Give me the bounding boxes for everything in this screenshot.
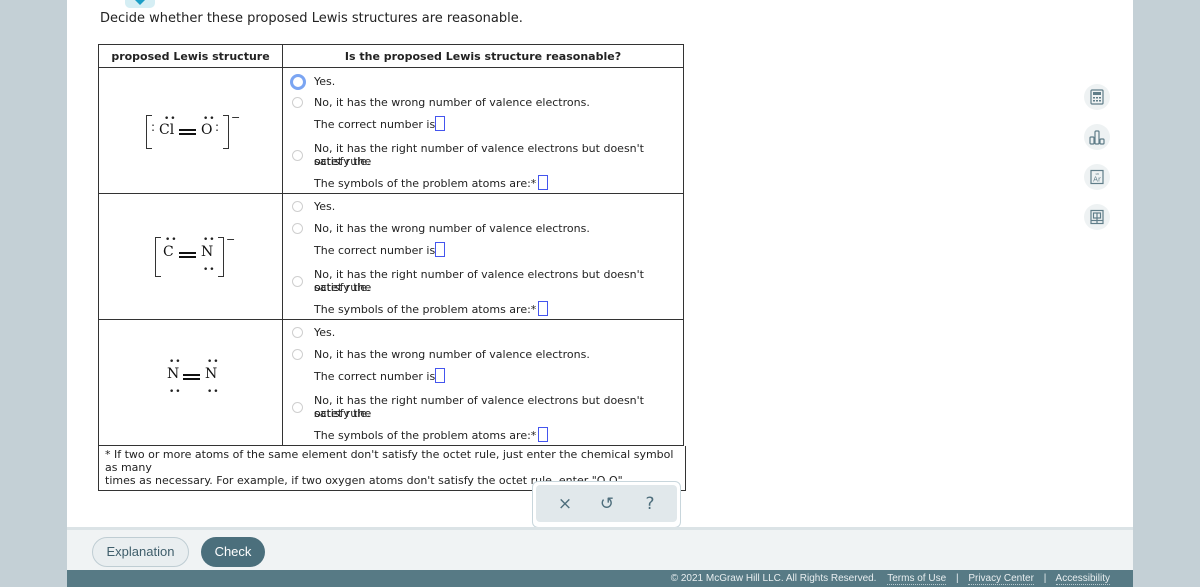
terms-of-use-link[interactable]: Terms of Use <box>887 573 947 585</box>
radio-wrong-valence[interactable] <box>292 349 303 360</box>
atom-1: Cl <box>159 122 175 138</box>
option-yes-label: Yes. <box>314 75 336 88</box>
privacy-center-link[interactable]: Privacy Center <box>968 573 1034 585</box>
double-bond <box>183 374 200 380</box>
calculator-button[interactable] <box>1084 84 1110 110</box>
correct-number-input[interactable] <box>435 116 445 131</box>
lewis-structure-clo: : •• Cl •• O : − <box>98 67 283 194</box>
correct-number-label: The correct number is: <box>314 118 439 131</box>
column-header-structure: proposed Lewis structure <box>98 44 283 68</box>
radio-wrong-valence[interactable] <box>292 97 303 108</box>
right-bracket <box>223 115 229 149</box>
lewis-structure-nn: •• N •• •• N •• <box>98 319 283 446</box>
accessibility-link[interactable]: Accessibility <box>1055 573 1110 585</box>
periodic-table-icon: Ar18 <box>1090 169 1104 185</box>
clear-button[interactable]: × <box>550 491 580 517</box>
chart-button[interactable] <box>1084 124 1110 150</box>
question-page: Decide whether these proposed Lewis stru… <box>67 0 1133 587</box>
atom-1: C <box>163 244 174 260</box>
periodic-table-button[interactable]: Ar 18 <box>1084 164 1110 190</box>
answer-options: Yes. No, it has the wrong number of vale… <box>282 67 684 194</box>
radio-octet[interactable] <box>292 150 303 161</box>
check-button[interactable]: Check <box>201 537 265 567</box>
svg-text:Ar: Ar <box>1093 176 1101 184</box>
table-row: •• C •• N •• − Yes. No, it has the wrong… <box>98 193 684 320</box>
data-table-icon <box>1090 209 1104 225</box>
radio-yes[interactable] <box>290 74 306 90</box>
option-octet-line2: octet rule. <box>314 155 371 168</box>
bar-chart-icon <box>1089 130 1105 145</box>
option-yes-label: Yes. <box>314 326 336 339</box>
double-bond <box>179 129 196 135</box>
correct-number-label: The correct number is: <box>314 370 439 383</box>
problem-atoms-input[interactable] <box>538 427 548 442</box>
option-wrong-valence-label: No, it has the wrong number of valence e… <box>314 96 590 109</box>
explanation-button[interactable]: Explanation <box>92 537 189 567</box>
radio-yes[interactable] <box>292 327 303 338</box>
atom-2: N <box>205 366 218 382</box>
help-icon: ? <box>645 494 655 514</box>
undo-icon: ↺ <box>599 494 615 514</box>
chevron-down-icon <box>135 0 145 5</box>
question-prompt: Decide whether these proposed Lewis stru… <box>100 11 523 26</box>
option-wrong-valence-label: No, it has the wrong number of valence e… <box>314 348 590 361</box>
separator: | <box>1043 573 1047 584</box>
table-row: : •• Cl •• O : − Yes. No, it has the wro… <box>98 67 684 194</box>
action-bar: Explanation Check <box>67 527 1133 573</box>
answer-options: Yes. No, it has the wrong number of vale… <box>282 319 684 446</box>
option-octet-line2: octet rule. <box>314 281 371 294</box>
help-button[interactable]: ? <box>635 491 665 517</box>
lewis-structure-table: proposed Lewis structure Is the proposed… <box>98 44 684 446</box>
copyright: © 2021 McGraw Hill LLC. All Rights Reser… <box>670 573 877 584</box>
radio-octet[interactable] <box>292 276 303 287</box>
radio-octet[interactable] <box>292 402 303 413</box>
answer-options: Yes. No, it has the wrong number of vale… <box>282 193 684 320</box>
column-header-reasonable: Is the proposed Lewis structure reasonab… <box>282 44 684 68</box>
separator: | <box>955 573 959 584</box>
option-wrong-valence-label: No, it has the wrong number of valence e… <box>314 222 590 235</box>
atom-2: N <box>201 244 214 260</box>
lone-pair: : <box>151 120 156 134</box>
svg-text:18: 18 <box>1095 172 1099 176</box>
radio-wrong-valence[interactable] <box>292 223 303 234</box>
calculator-icon <box>1090 89 1104 105</box>
atom-2: O <box>201 122 213 138</box>
option-yes-label: Yes. <box>314 200 336 213</box>
correct-number-input[interactable] <box>435 368 445 383</box>
undo-button[interactable]: ↺ <box>592 491 622 517</box>
answer-tools: × ↺ ? <box>532 481 681 528</box>
problem-atoms-label: The symbols of the problem atoms are:* <box>314 303 537 316</box>
problem-atoms-label: The symbols of the problem atoms are:* <box>314 177 537 190</box>
left-bracket <box>155 237 161 277</box>
collapse-tab[interactable] <box>125 0 155 8</box>
footer: © 2021 McGraw Hill LLC. All Rights Reser… <box>67 570 1133 587</box>
lone-pair: •• <box>169 387 182 397</box>
option-octet-line2: octet rule. <box>314 407 371 420</box>
double-bond <box>179 252 196 258</box>
atom-1: N <box>167 366 180 382</box>
correct-number-label: The correct number is: <box>314 244 439 257</box>
problem-atoms-label: The symbols of the problem atoms are:* <box>314 429 537 442</box>
lone-pair: : <box>215 120 220 134</box>
problem-atoms-input[interactable] <box>538 175 548 190</box>
problem-atoms-input[interactable] <box>538 301 548 316</box>
lewis-structure-cn: •• C •• N •• − <box>98 193 283 320</box>
radio-yes[interactable] <box>292 201 303 212</box>
footnote-line1: * If two or more atoms of the same eleme… <box>105 448 674 474</box>
x-icon: × <box>557 494 573 514</box>
charge: − <box>231 111 241 124</box>
right-bracket <box>218 237 224 277</box>
lone-pair: •• <box>207 387 220 397</box>
data-table-button[interactable] <box>1084 204 1110 230</box>
table-row: •• N •• •• N •• Yes. No, it has the wron… <box>98 319 684 446</box>
charge: − <box>226 233 236 246</box>
correct-number-input[interactable] <box>435 242 445 257</box>
lone-pair: •• <box>203 265 216 275</box>
